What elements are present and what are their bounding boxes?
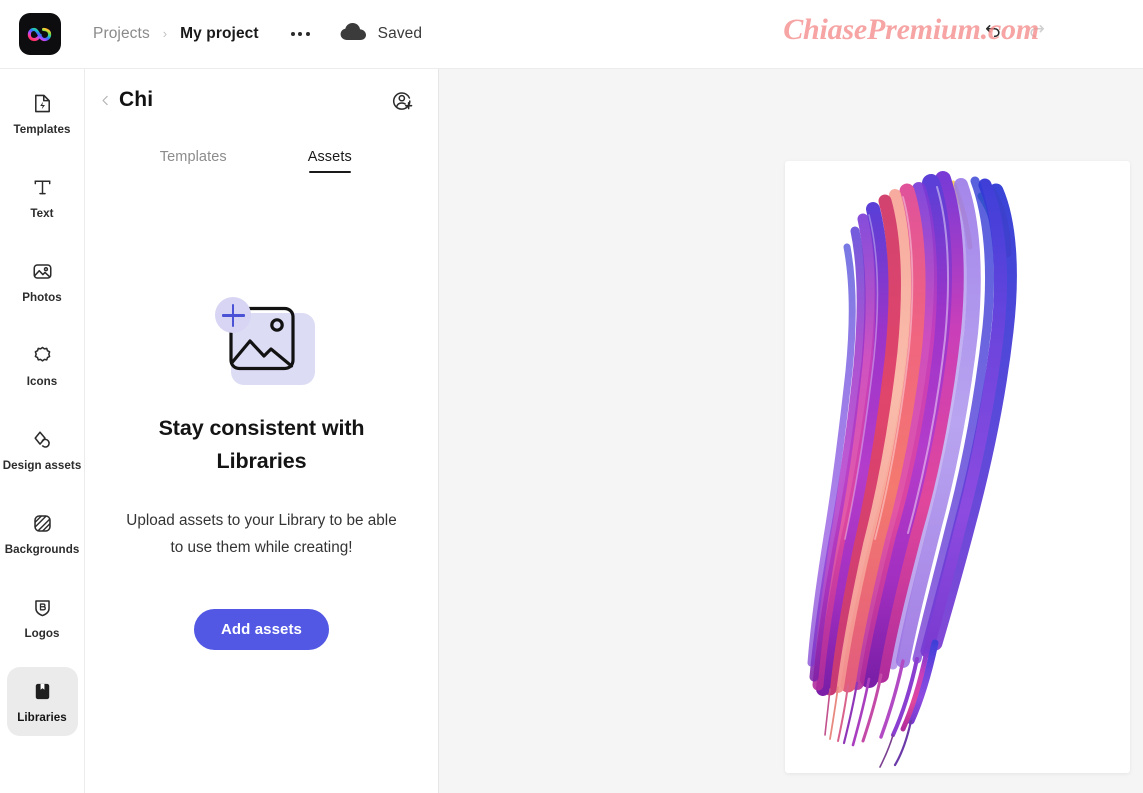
photos-icon — [31, 259, 54, 284]
libraries-icon — [31, 679, 54, 704]
sidebar-label: Backgrounds — [4, 543, 80, 556]
editor-body: Templates Text Photos Icons Design asset… — [0, 69, 1143, 793]
dot — [305, 32, 310, 36]
panel-empty-state: Stay consistent with Libraries Upload as… — [85, 173, 438, 793]
backgrounds-icon — [31, 511, 54, 536]
adobe-express-logo-icon[interactable] — [19, 13, 61, 55]
sidebar-item-backgrounds[interactable]: Backgrounds — [4, 499, 80, 568]
library-panel: Chi Templates Assets Stay consistent wit… — [85, 69, 439, 793]
design-assets-icon — [31, 427, 54, 452]
cloud-icon — [340, 22, 367, 46]
icons-icon — [31, 343, 54, 368]
breadcrumb-separator-icon: › — [162, 25, 168, 41]
add-assets-button[interactable]: Add assets — [193, 609, 330, 651]
chevron-left-icon[interactable] — [96, 89, 114, 111]
panel-title: Chi — [119, 88, 154, 111]
sidebar-item-text[interactable]: Text — [7, 163, 78, 232]
adobe-express-editor: Projects › My project Saved ChiasePremiu… — [0, 0, 1143, 793]
sidebar-item-libraries[interactable]: Libraries — [6, 667, 78, 736]
colorful-paint-brush-stroke — [807, 171, 1017, 768]
empty-state-description: Upload assets to your Library to be able… — [126, 511, 397, 556]
add-person-icon[interactable] — [388, 86, 416, 114]
sidebar-label: Logos — [24, 627, 60, 640]
sidebar-label: Templates — [13, 123, 71, 136]
plus-icon — [221, 304, 245, 327]
text-icon — [31, 175, 54, 200]
tool-rail: Templates Text Photos Icons Design asset… — [0, 69, 85, 793]
tab-templates[interactable]: Templates — [125, 149, 262, 173]
sidebar-label: Photos — [22, 291, 62, 304]
top-bar-right-cluster: ChiasePremium.com — [723, 0, 1143, 69]
more-horizontal-icon[interactable] — [289, 26, 312, 42]
dot — [290, 32, 295, 36]
canvas-workspace[interactable] — [439, 69, 1143, 793]
tab-assets[interactable]: Assets — [262, 149, 399, 173]
sidebar-label: Text — [30, 207, 54, 220]
save-status-group: Saved — [340, 22, 422, 46]
add-image-icon — [207, 291, 317, 386]
breadcrumb: Projects › My project — [93, 25, 259, 43]
empty-state-title: Stay consistent with Libraries — [158, 416, 365, 474]
design-canvas[interactable] — [785, 161, 1130, 773]
sidebar-label: Design assets — [2, 459, 82, 472]
save-status-label: Saved — [377, 25, 423, 42]
history-controls — [980, 17, 1050, 43]
panel-header: Chi — [85, 69, 438, 131]
top-bar: Projects › My project Saved ChiasePremiu… — [0, 0, 1143, 69]
sidebar-item-icons[interactable]: Icons — [7, 331, 78, 400]
templates-icon — [31, 91, 54, 116]
logos-icon — [31, 595, 54, 620]
undo-arrow-icon[interactable] — [980, 17, 1006, 43]
sidebar-item-photos[interactable]: Photos — [7, 247, 78, 316]
sidebar-item-logos[interactable]: Logos — [7, 583, 78, 652]
breadcrumb-projects-link[interactable]: Projects — [93, 25, 150, 43]
redo-arrow-icon[interactable] — [1024, 17, 1050, 43]
dot — [298, 32, 303, 36]
sidebar-item-templates[interactable]: Templates — [7, 79, 78, 148]
breadcrumb-current-project[interactable]: My project — [180, 25, 259, 43]
sidebar-label: Libraries — [17, 711, 67, 724]
panel-tabs: Templates Assets — [85, 131, 438, 173]
sidebar-item-design-assets[interactable]: Design assets — [3, 415, 81, 484]
sidebar-label: Icons — [26, 375, 58, 388]
